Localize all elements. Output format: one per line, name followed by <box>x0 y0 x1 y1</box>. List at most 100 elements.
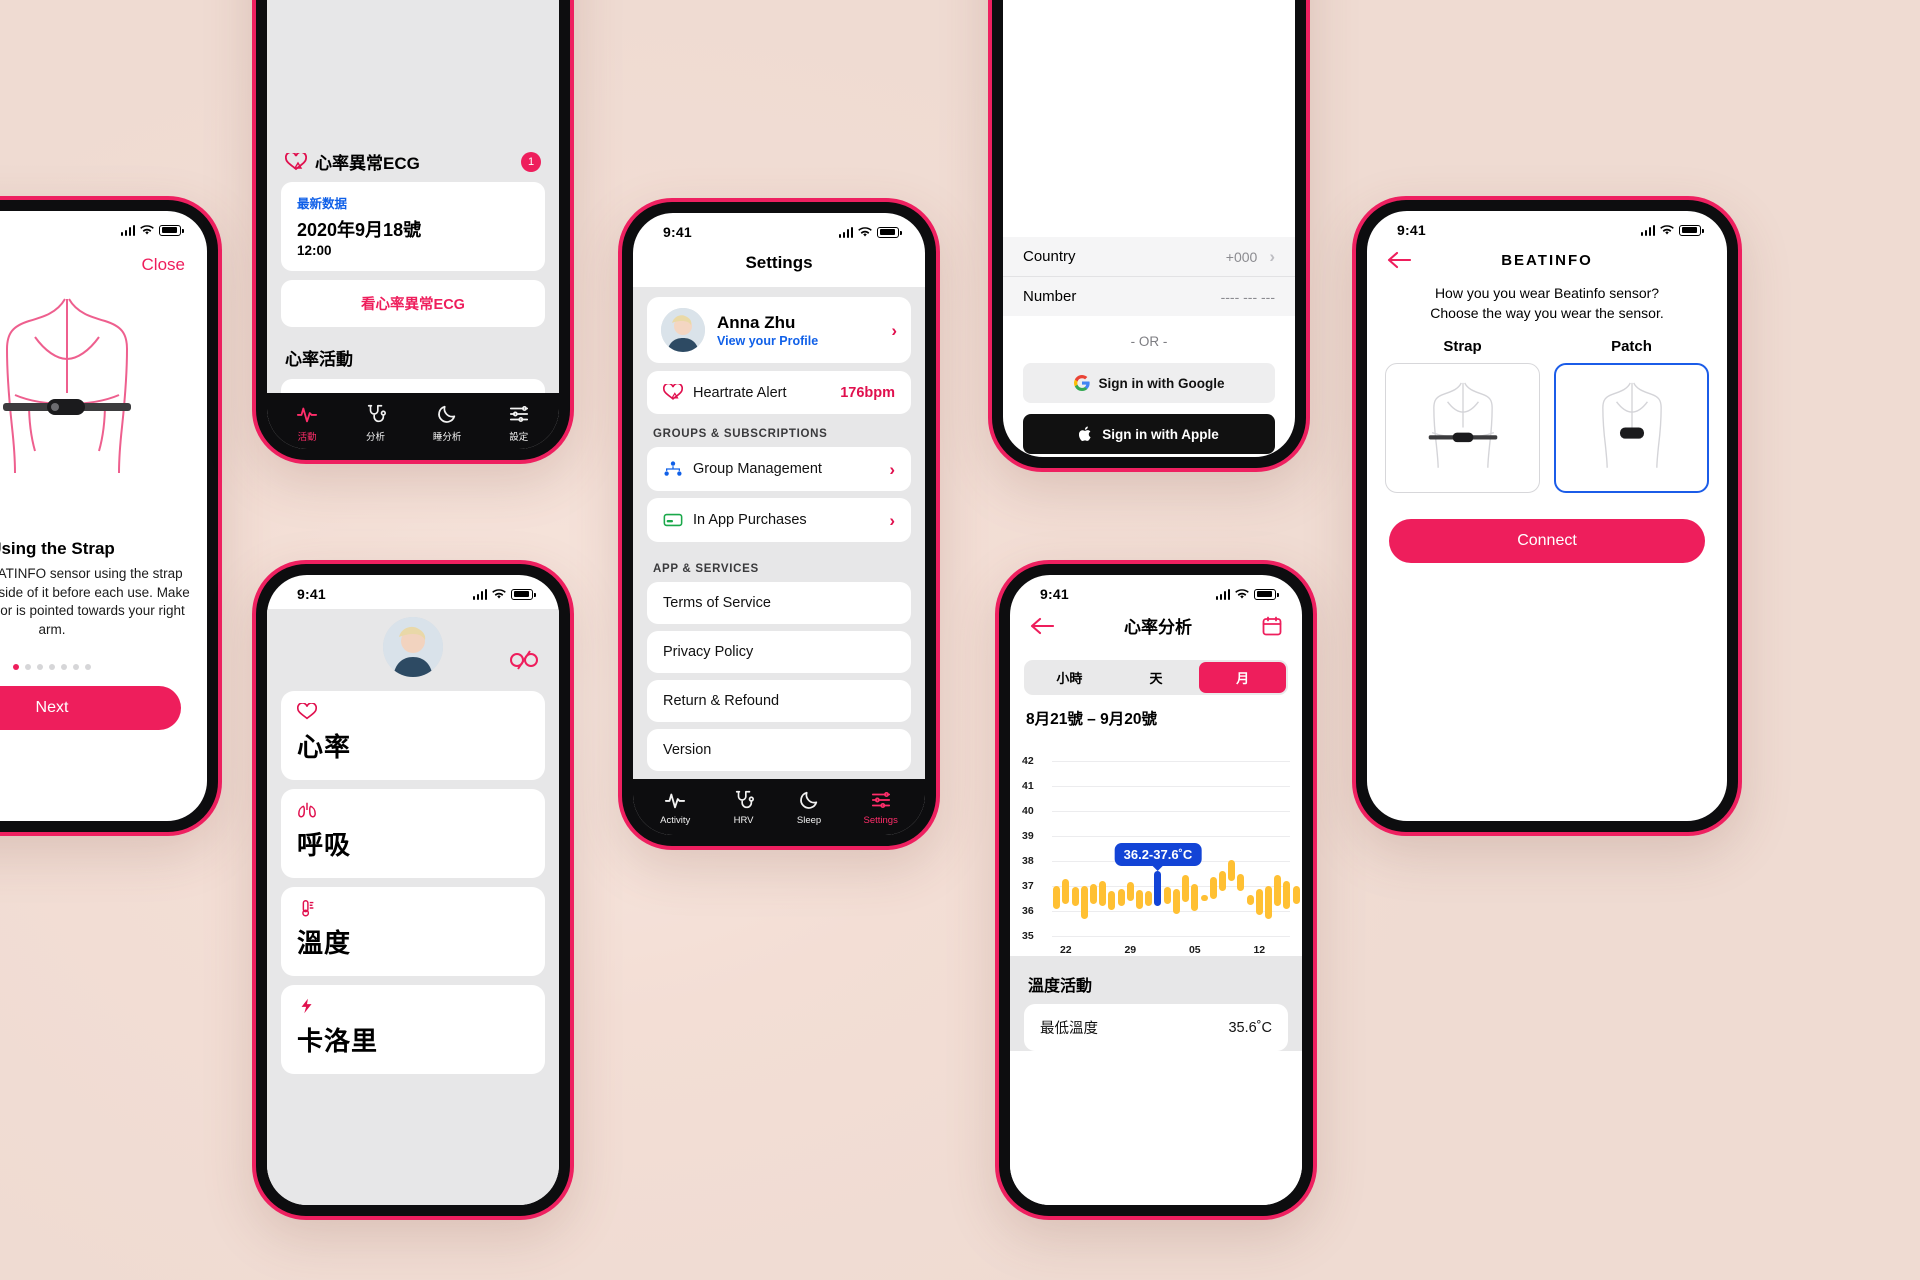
status-icons <box>1640 224 1704 236</box>
dot-2[interactable] <box>37 663 43 670</box>
chart-bar[interactable] <box>1108 891 1116 910</box>
onboarding-dots[interactable] <box>0 640 207 680</box>
back-arrow-icon[interactable] <box>1030 617 1054 635</box>
chart-bar[interactable] <box>1062 878 1070 904</box>
chart-bar[interactable] <box>1182 874 1190 903</box>
number-field[interactable]: Number ---- --- --- <box>1003 277 1295 316</box>
phone-bezel: 9:41 BEATINFO How you you wear Beatinfo … <box>1356 200 1738 832</box>
chart-bar[interactable] <box>1237 873 1245 891</box>
signin-google-button[interactable]: Sign in with Google <box>1023 363 1275 403</box>
tab-activity[interactable]: Activity <box>660 789 690 826</box>
close-button[interactable]: Close <box>0 245 207 275</box>
chart-bar[interactable] <box>1218 871 1226 891</box>
temperature-chart[interactable]: 353637383940414236.2-37.6˚C2229051219 <box>1018 735 1302 956</box>
chart-bar[interactable] <box>1080 886 1088 919</box>
dot-1[interactable] <box>25 663 31 670</box>
wifi-icon <box>1660 224 1674 234</box>
chart-bar[interactable] <box>1255 888 1263 915</box>
tab-activity[interactable]: 活動 <box>296 403 318 443</box>
chart-bar[interactable] <box>1136 889 1144 909</box>
patch-option-box[interactable] <box>1554 362 1709 493</box>
wifi-icon <box>140 224 154 234</box>
x-axis-tick: 22 <box>1059 944 1072 956</box>
chart-bar[interactable] <box>1283 881 1291 909</box>
calendar-icon[interactable] <box>1262 616 1282 636</box>
chart-bar[interactable] <box>1071 887 1079 906</box>
chart-bar[interactable] <box>1154 871 1162 906</box>
chart-bar[interactable] <box>1265 886 1273 919</box>
strap-option-box[interactable] <box>1385 362 1540 493</box>
next-button[interactable]: Next <box>0 685 181 730</box>
row-label: 最低溫度 <box>1040 1021 1098 1037</box>
tab-label: 睡分析 <box>432 432 462 443</box>
list-item[interactable]: Terms of Service <box>647 582 911 624</box>
dot-5[interactable] <box>73 663 79 670</box>
chevron-right-icon: › <box>1269 247 1275 266</box>
heartrate-alert-row[interactable]: Heartrate Alert 176bpm <box>647 371 911 414</box>
chart-bar[interactable] <box>1246 894 1254 905</box>
dot-4[interactable] <box>61 663 67 670</box>
metric-card-heart[interactable]: 心率 <box>281 691 545 780</box>
chart-bar[interactable] <box>1089 883 1097 904</box>
dot-3[interactable] <box>49 663 55 670</box>
latest-data-card[interactable]: 最新数据 2020年9月18號 12:00 <box>281 182 545 271</box>
chart-bar[interactable] <box>1292 886 1300 904</box>
segment-day[interactable]: 天 <box>1113 662 1200 693</box>
chart-bar[interactable] <box>1163 887 1171 904</box>
chart-bar[interactable] <box>1145 891 1153 906</box>
row-value: 35.6˚C <box>1228 1019 1272 1036</box>
tab-bar[interactable]: Activity HRV Sleep Settings <box>633 779 925 835</box>
hr-activity-section: 心率活動 <box>285 350 353 369</box>
avatar[interactable] <box>383 617 443 677</box>
chart-bar[interactable] <box>1053 886 1061 909</box>
tab-bar[interactable]: 活動 分析 睡分析 設定 <box>267 393 559 449</box>
chart-bar[interactable] <box>1126 882 1134 901</box>
connect-button[interactable]: Connect <box>1389 518 1705 563</box>
metric-card-calories[interactable]: 卡洛里 <box>281 985 545 1074</box>
in-app-purchases-row[interactable]: In App Purchases › <box>647 498 911 542</box>
back-arrow-icon[interactable] <box>1387 251 1411 269</box>
phone-signin: Country +000 › Number ---- --- --- - OR … <box>988 0 1310 472</box>
chart-bar[interactable] <box>1117 888 1125 906</box>
list-item[interactable]: Version <box>647 729 911 771</box>
metric-label: 心率 <box>297 732 352 762</box>
chart-bar[interactable] <box>1209 877 1217 899</box>
tab-sleep[interactable]: Sleep <box>797 789 821 826</box>
tab-hrv[interactable]: HRV <box>733 789 755 826</box>
tab-sleep[interactable]: 睡分析 <box>432 403 462 443</box>
segmented-control[interactable]: 小時 天 月 <box>1024 660 1288 695</box>
tab-settings[interactable]: Settings <box>864 789 898 826</box>
segment-hour[interactable]: 小時 <box>1026 662 1113 693</box>
wear-options[interactable]: Strap Patch <box>1367 338 1727 493</box>
segment-month[interactable]: 月 <box>1199 662 1287 693</box>
metric-card-breath[interactable]: 呼吸 <box>281 789 545 878</box>
latest-label: 最新数据 <box>297 197 348 211</box>
status-time: 9:41 <box>297 586 326 602</box>
tab-settings[interactable]: 設定 <box>508 403 530 443</box>
metric-card-temp[interactable]: 溫度 <box>281 887 545 976</box>
strap-illustration <box>0 275 207 490</box>
tab-analysis[interactable]: 分析 <box>365 403 387 443</box>
dot-0[interactable] <box>13 663 19 670</box>
option-label: Strap <box>1443 337 1482 355</box>
table-row[interactable]: 最低心率82 次/分 <box>281 379 545 393</box>
option-patch[interactable]: Patch <box>1554 338 1709 493</box>
view-ecg-button[interactable]: 看心率異常ECG <box>281 280 545 327</box>
chart-bar[interactable] <box>1200 894 1208 901</box>
tab-label: Sleep <box>796 815 822 826</box>
country-field[interactable]: Country +000 › <box>1003 237 1295 277</box>
option-strap[interactable]: Strap <box>1385 338 1540 493</box>
list-item[interactable]: Return & Refound <box>647 680 911 722</box>
chart-bar[interactable] <box>1274 874 1282 906</box>
dot-6[interactable] <box>85 663 91 670</box>
group-management-row[interactable]: Group Management › <box>647 447 911 491</box>
chart-bar[interactable] <box>1191 883 1199 911</box>
view-profile-link[interactable]: View your Profile <box>717 334 879 348</box>
chart-bar[interactable] <box>1099 881 1107 906</box>
signin-apple-button[interactable]: Sign in with Apple <box>1023 414 1275 454</box>
table-row[interactable]: 最低溫度 35.6˚C <box>1024 1004 1288 1051</box>
list-item[interactable]: Privacy Policy <box>647 631 911 673</box>
profile-row[interactable]: Anna Zhu View your Profile › <box>647 297 911 363</box>
chart-bar[interactable] <box>1172 888 1180 914</box>
chart-bar[interactable] <box>1228 859 1236 881</box>
